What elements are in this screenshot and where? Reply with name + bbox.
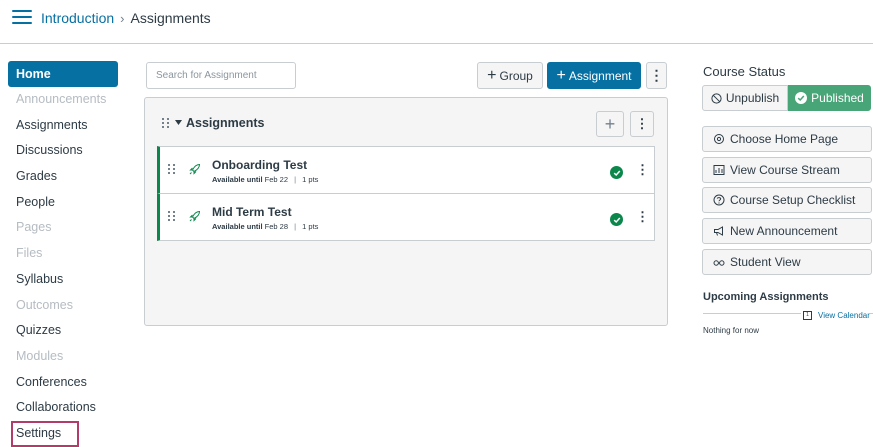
assignment-options-kebab-icon[interactable]: ⋮ (636, 162, 649, 178)
drag-handle-icon[interactable] (168, 164, 176, 174)
publish-toggle: Unpublish Published (702, 85, 872, 111)
search-assignment-input[interactable] (146, 62, 296, 89)
calendar-icon: 1 (803, 311, 812, 320)
meta-separator: | (294, 222, 297, 231)
top-header: Introduction › Assignments (0, 0, 873, 44)
nav-item-syllabus[interactable]: Syllabus (8, 267, 118, 293)
assignment-row[interactable]: Onboarding Test Available until Feb 22 |… (157, 146, 655, 194)
drag-handle-icon[interactable] (162, 118, 170, 128)
assignment-meta: Available until Feb 22 | 1 pts (212, 175, 318, 184)
add-assignment-label: Assignment (568, 68, 632, 83)
points: 1 pts (302, 222, 319, 231)
unpublish-button[interactable]: Unpublish (702, 85, 788, 111)
view-calendar-label: View Calendar (818, 311, 870, 320)
nav-item-collaborations[interactable]: Collaborations (8, 395, 118, 421)
view-course-stream-label: View Course Stream (730, 163, 840, 177)
nav-item-assignments[interactable]: Assignments (8, 113, 118, 139)
check-icon (795, 92, 808, 104)
points: 1 pts (302, 175, 319, 184)
course-status-title: Course Status (703, 64, 786, 79)
available-until-label: Available until (212, 175, 263, 184)
choose-home-page-label: Choose Home Page (730, 132, 839, 146)
published-button[interactable]: Published (788, 85, 871, 111)
hamburger-menu-icon[interactable] (12, 10, 32, 26)
assignment-group-panel: Assignments + ⋮ Onboarding Test Availabl… (144, 97, 668, 326)
assignment-row[interactable]: Mid Term Test Available until Feb 28 | 1… (157, 193, 655, 241)
group-options-kebab-icon[interactable]: ⋮ (630, 111, 654, 137)
view-calendar-link[interactable]: 1 View Calendar (801, 311, 870, 320)
upcoming-assignments-title: Upcoming Assignments (703, 291, 829, 303)
question-icon (713, 194, 725, 206)
nav-item-grades[interactable]: Grades (8, 164, 118, 190)
caret-down-icon[interactable] (175, 120, 182, 125)
glasses-icon (713, 260, 725, 266)
course-setup-checklist-button[interactable]: Course Setup Checklist (702, 187, 872, 213)
breadcrumb-separator: › (120, 10, 125, 26)
assignment-meta: Available until Feb 28 | 1 pts (212, 222, 318, 231)
page-options-kebab-icon[interactable]: ⋮ (646, 62, 667, 89)
view-course-stream-button[interactable]: View Course Stream (702, 157, 872, 183)
nav-item-files[interactable]: Files (8, 241, 118, 267)
assignment-title[interactable]: Onboarding Test (212, 158, 307, 172)
rocket-icon (189, 210, 201, 222)
available-until-label: Available until (212, 222, 263, 231)
rocket-icon (189, 163, 201, 175)
drag-handle-icon[interactable] (168, 211, 176, 221)
nothing-for-now-text: Nothing for now (703, 326, 760, 335)
add-group-button[interactable]: + Group (477, 62, 543, 89)
published-check-icon[interactable] (610, 213, 623, 226)
due-date: Feb 28 (264, 222, 289, 231)
assignment-group-title[interactable]: Assignments (186, 116, 265, 130)
unpublish-label: Unpublish (725, 91, 780, 105)
unpublish-icon (711, 92, 722, 104)
breadcrumb: Introduction › Assignments (41, 10, 211, 26)
announcement-icon (714, 226, 723, 236)
student-view-label: Student View (730, 255, 801, 269)
nav-item-discussions[interactable]: Discussions (8, 138, 118, 164)
nav-item-people[interactable]: People (8, 190, 118, 216)
nav-item-pages[interactable]: Pages (8, 215, 118, 241)
nav-item-modules[interactable]: Modules (8, 344, 118, 370)
course-setup-checklist-label: Course Setup Checklist (730, 193, 856, 207)
assignment-title[interactable]: Mid Term Test (212, 205, 292, 219)
breadcrumb-course-link[interactable]: Introduction (41, 10, 114, 26)
breadcrumb-current: Assignments (130, 10, 211, 26)
settings-icon (714, 134, 724, 144)
nav-item-conferences[interactable]: Conferences (8, 370, 118, 396)
nav-item-announcements[interactable]: Announcements (8, 87, 118, 113)
student-view-button[interactable]: Student View (702, 249, 872, 275)
new-announcement-label: New Announcement (730, 224, 838, 238)
published-label: Published (811, 91, 864, 105)
assignment-options-kebab-icon[interactable]: ⋮ (636, 209, 649, 225)
plus-icon: + (556, 66, 566, 84)
due-date: Feb 22 (264, 175, 289, 184)
assignment-group-header: Assignments + ⋮ (145, 98, 667, 146)
meta-separator: | (294, 175, 297, 184)
add-group-label: Group (499, 68, 533, 83)
nav-item-home[interactable]: Home (8, 61, 118, 87)
nav-item-outcomes[interactable]: Outcomes (8, 293, 118, 319)
published-check-icon[interactable] (610, 166, 623, 179)
plus-icon: + (487, 66, 497, 84)
nav-item-quizzes[interactable]: Quizzes (8, 318, 118, 344)
course-navigation: Home Announcements Assignments Discussio… (8, 61, 118, 447)
choose-home-page-button[interactable]: Choose Home Page (702, 126, 872, 152)
add-assignment-button[interactable]: + Assignment (547, 62, 641, 89)
group-add-assignment-button[interactable]: + (596, 111, 624, 137)
nav-item-settings[interactable]: Settings (11, 420, 79, 447)
new-announcement-button[interactable]: New Announcement (702, 218, 872, 244)
stream-icon (713, 165, 725, 175)
